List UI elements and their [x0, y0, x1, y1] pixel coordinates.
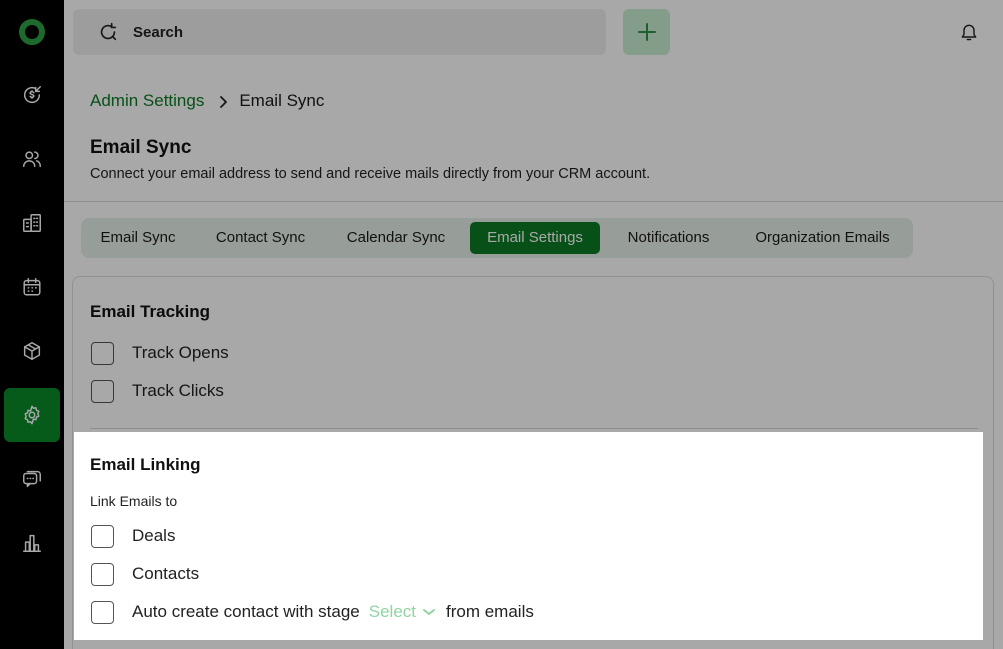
sidebar-item-companies[interactable]	[4, 196, 60, 250]
sidebar-item-chat[interactable]	[4, 452, 60, 506]
auto-create-contact-checkbox[interactable]	[91, 600, 114, 624]
search-label: Search	[133, 23, 184, 41]
search-refresh-icon	[100, 22, 117, 41]
breadcrumb-admin-settings[interactable]: Admin Settings	[90, 91, 204, 111]
link-deals-option: Deals	[91, 524, 175, 548]
tab-calendar-sync[interactable]: Calendar Sync	[331, 222, 461, 254]
tab-organization-emails[interactable]: Organization Emails	[737, 222, 908, 254]
top-bar: Search	[64, 0, 1003, 64]
sidebar	[0, 0, 64, 649]
bell-icon	[961, 24, 977, 41]
link-deals-checkbox[interactable]	[91, 524, 114, 548]
sidebar-item-reports[interactable]	[4, 516, 60, 570]
page-subtitle: Connect your email address to send and r…	[90, 166, 651, 182]
chevron-right-icon	[218, 94, 228, 108]
link-contacts-checkbox[interactable]	[91, 562, 114, 586]
from-emails-label: from emails	[446, 602, 534, 621]
sidebar-item-calendar[interactable]	[4, 260, 60, 314]
auto-create-contact-option: Auto create contact with stage Select fr…	[91, 600, 534, 624]
email-linking-title: Email Linking	[90, 455, 201, 474]
track-opens-option: Track Opens	[91, 341, 229, 365]
notifications-bell[interactable]	[959, 21, 979, 43]
deals-dollar-icon	[24, 86, 41, 104]
app-logo[interactable]	[19, 19, 45, 45]
tab-contact-sync[interactable]: Contact Sync	[200, 222, 321, 254]
link-contacts-label: Contacts	[132, 564, 200, 583]
settings-panel	[72, 276, 994, 649]
breadcrumb-current: Email Sync	[239, 91, 325, 110]
company-building-icon	[23, 214, 41, 232]
chat-icon	[23, 470, 41, 488]
header-divider	[64, 201, 1003, 202]
sidebar-item-settings[interactable]	[4, 388, 60, 442]
settings-tabs: Email Sync Contact Sync Calendar Sync Em…	[81, 218, 913, 258]
track-clicks-checkbox[interactable]	[91, 379, 114, 403]
link-deals-label: Deals	[132, 526, 176, 545]
calendar-icon	[23, 278, 41, 296]
reports-chart-icon	[23, 534, 41, 552]
tab-email-settings[interactable]: Email Settings	[470, 222, 600, 254]
add-button[interactable]	[623, 9, 670, 55]
search-bar[interactable]: Search	[73, 9, 606, 55]
tab-email-sync[interactable]: Email Sync	[86, 222, 190, 254]
stage-select-value: Select	[368, 602, 416, 621]
tab-notifications[interactable]: Notifications	[610, 222, 727, 254]
link-contacts-option: Contacts	[91, 562, 199, 586]
sidebar-item-contacts[interactable]	[4, 132, 60, 186]
email-tracking-title: Email Tracking	[90, 302, 210, 321]
sidebar-item-deals[interactable]	[4, 68, 60, 122]
track-clicks-option: Track Clicks	[91, 379, 224, 403]
auto-create-contact-label: Auto create contact with stage	[132, 602, 360, 621]
settings-gear-icon	[24, 405, 40, 425]
contacts-icon	[23, 151, 41, 168]
sidebar-item-products[interactable]	[4, 324, 60, 378]
plus-icon	[637, 23, 656, 41]
link-emails-to-label: Link Emails to	[90, 493, 178, 509]
section-divider	[90, 428, 978, 429]
track-clicks-label: Track Clicks	[132, 381, 224, 400]
track-opens-label: Track Opens	[132, 343, 229, 362]
stage-select-dropdown[interactable]: Select	[369, 602, 436, 622]
chevron-down-icon	[423, 609, 435, 615]
products-box-icon	[23, 342, 41, 360]
page-title: Email Sync	[90, 137, 192, 158]
track-opens-checkbox[interactable]	[91, 341, 114, 365]
breadcrumb: Admin Settings Email Sync	[90, 90, 324, 112]
